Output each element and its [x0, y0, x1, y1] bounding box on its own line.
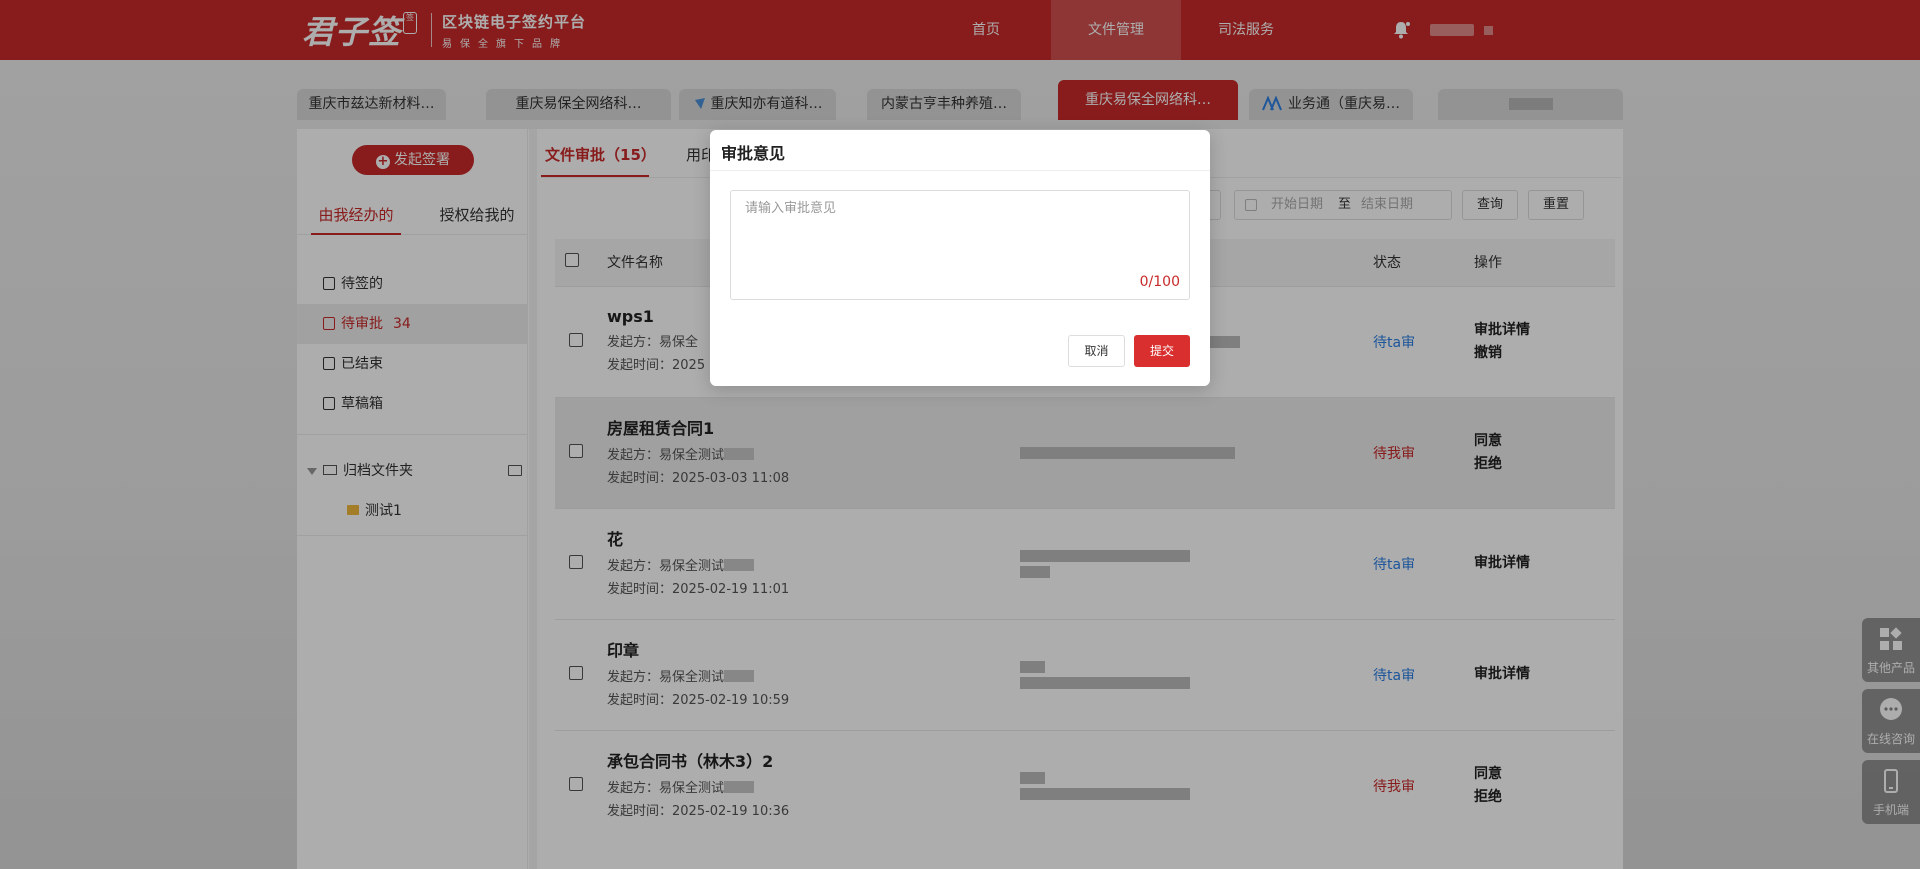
divider [710, 170, 1210, 171]
approval-opinion-modal: 审批意见 0/100 取消 提交 [710, 130, 1210, 386]
modal-title: 审批意见 [721, 144, 786, 163]
char-counter: 0/100 [1139, 274, 1180, 290]
submit-button[interactable]: 提交 [1134, 335, 1190, 367]
approval-opinion-input[interactable] [731, 191, 1189, 299]
cancel-button[interactable]: 取消 [1068, 335, 1125, 367]
approval-opinion-field: 0/100 [730, 190, 1190, 300]
